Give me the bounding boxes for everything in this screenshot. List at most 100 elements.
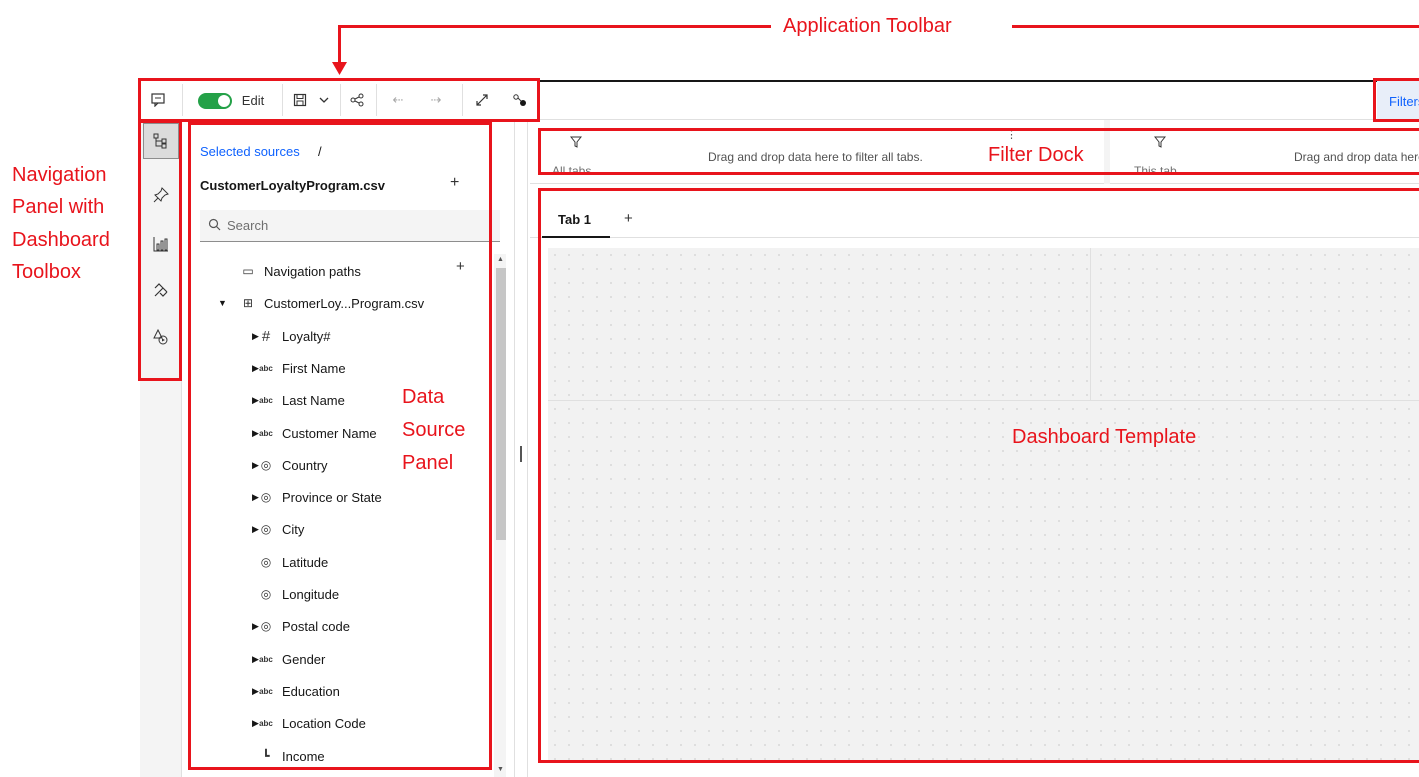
add-navigation-path-button[interactable]: + — [456, 258, 465, 275]
tree-item-label: Longitude — [282, 586, 340, 602]
field-item[interactable]: ▶ abc Education — [184, 676, 484, 706]
widgets-icon[interactable] — [143, 272, 179, 308]
undo-icon[interactable]: ⇠ — [386, 86, 410, 114]
text-type-icon: abc — [259, 686, 273, 696]
tree-item-label: Income — [282, 748, 325, 764]
toolbar-separator — [340, 84, 341, 116]
field-item[interactable]: ▶ abc Location Code — [184, 708, 484, 738]
tree-item-label: First Name — [282, 360, 346, 376]
number-icon: # — [261, 327, 271, 345]
edit-toggle[interactable] — [198, 93, 232, 109]
toolbar-separator — [462, 84, 463, 116]
filter-dock: All tabs Drag and drop data here to filt… — [530, 120, 1419, 184]
toolbar-separator — [282, 84, 283, 116]
tree-item-label: Postal code — [282, 618, 350, 634]
more-options-icon[interactable]: ⋮ — [484, 175, 498, 192]
save-icon[interactable] — [288, 86, 312, 114]
visualizations-icon[interactable] — [143, 226, 179, 262]
location-icon: ◎ — [260, 587, 272, 601]
location-icon: ◎ — [260, 555, 272, 569]
navigation-paths-item[interactable]: ▭ Navigation paths — [184, 256, 484, 286]
field-item[interactable]: ◎ Longitude — [184, 579, 484, 609]
table-icon: ⊞ — [242, 296, 254, 310]
field-item[interactable]: ▶ ◎ Province or State — [184, 482, 484, 512]
text-type-icon: abc — [259, 395, 273, 405]
add-tab-button[interactable]: + — [624, 210, 633, 227]
tree-item-label: Loyalty# — [282, 328, 331, 344]
all-tabs-filter-icon — [569, 136, 583, 151]
callout-application-toolbar: Application Toolbar — [783, 15, 952, 37]
field-item[interactable]: ▶ abc Gender — [184, 644, 484, 674]
edit-label: Edit — [241, 92, 265, 108]
toolbar-separator — [182, 84, 183, 116]
search-placeholder: Search — [227, 218, 269, 233]
pin-icon[interactable] — [143, 177, 179, 213]
search-input[interactable]: Search — [200, 210, 500, 242]
text-type-icon: abc — [259, 428, 273, 438]
field-item[interactable]: ◎ Latitude — [184, 547, 484, 577]
scroll-down-icon[interactable]: ▼ — [497, 766, 504, 773]
fullscreen-icon[interactable] — [470, 86, 494, 114]
callout-line-toolbar-left — [339, 25, 771, 28]
field-item[interactable]: ▶ # Loyalty# — [184, 321, 484, 351]
callout-data-source-line2: Source — [402, 419, 466, 441]
location-icon: ◎ — [260, 458, 272, 472]
field-item[interactable]: ▶ ◎ Postal code — [184, 611, 484, 641]
field-item[interactable]: ▶ abc First Name — [184, 353, 484, 383]
text-type-icon: abc — [259, 363, 273, 373]
callout-data-source-line1: Data — [402, 386, 445, 408]
search-icon — [208, 218, 221, 234]
tree-item-label: Education — [282, 683, 340, 699]
tree-item-label: Last Name — [282, 392, 345, 408]
tab-1[interactable]: Tab 1 — [542, 204, 610, 238]
filter-dock-divider[interactable] — [1104, 120, 1110, 184]
template-divider-horizontal — [548, 400, 1419, 401]
all-tabs-drop-hint[interactable]: Drag and drop data here to filter all ta… — [708, 150, 923, 164]
properties-icon[interactable] — [508, 86, 532, 114]
text-type-icon: abc — [259, 654, 273, 664]
dashboard-canvas[interactable] — [548, 248, 1419, 763]
redo-icon[interactable]: ⇢ — [424, 86, 448, 114]
scroll-up-icon[interactable]: ▲ — [497, 256, 504, 263]
this-tab-drop-hint[interactable]: Drag and drop data here to filter this t… — [1294, 150, 1419, 164]
field-item[interactable]: ┗ Income — [184, 741, 484, 771]
table-item[interactable]: ▼ ⊞ CustomerLoy...Program.csv — [184, 288, 484, 318]
caret-down-icon[interactable]: ▼ — [218, 298, 227, 308]
location-icon: ◎ — [260, 619, 272, 633]
save-chevron-down-icon[interactable] — [314, 86, 334, 114]
template-divider-vertical — [1090, 248, 1091, 400]
callout-navigation-line2: Panel with — [12, 196, 105, 218]
tree-item-label: Latitude — [282, 554, 329, 570]
dock-handle-icon[interactable]: ⋮ — [1006, 128, 1017, 141]
data-sources-icon[interactable] — [143, 123, 179, 159]
toolbar-top-border — [540, 80, 1419, 82]
toolbar-separator — [376, 84, 377, 116]
tree-item-label: CustomerLoy...Program.csv — [264, 295, 425, 311]
tree-item-label: Customer Name — [282, 425, 377, 441]
data-source-panel: Selected sources / CustomerLoyaltyProgra… — [184, 120, 510, 777]
text-type-icon: abc — [259, 718, 273, 728]
add-source-button[interactable]: + — [450, 174, 459, 192]
panel-splitter[interactable] — [514, 120, 528, 777]
callout-navigation-line1: Navigation — [12, 164, 107, 186]
share-icon[interactable] — [342, 86, 372, 114]
all-tabs-label: All tabs — [552, 164, 592, 178]
location-icon: ◎ — [260, 522, 272, 536]
field-item[interactable]: ▶ ◎ City — [184, 514, 484, 544]
folder-icon: ▭ — [242, 264, 254, 278]
navigation-panel — [140, 120, 182, 777]
callout-arrow-shaft — [338, 25, 341, 65]
callout-filter-dock: Filter Dock — [988, 144, 1084, 166]
filters-button[interactable]: Filters — [1377, 80, 1419, 120]
selected-sources-link[interactable]: Selected sources — [200, 144, 300, 159]
tree-scrollbar-thumb[interactable] — [496, 268, 506, 540]
callout-data-source-line3: Panel — [402, 452, 454, 474]
tree-item-label: Navigation paths — [264, 263, 361, 279]
comment-icon[interactable] — [144, 86, 172, 114]
callout-arrow-head — [332, 62, 347, 75]
assistant-icon[interactable] — [143, 319, 179, 355]
tree-item-label: Gender — [282, 651, 326, 667]
measure-icon: ┗ — [262, 749, 270, 763]
this-tab-label: This tab — [1134, 164, 1177, 178]
splitter-grip-icon[interactable] — [520, 446, 522, 462]
